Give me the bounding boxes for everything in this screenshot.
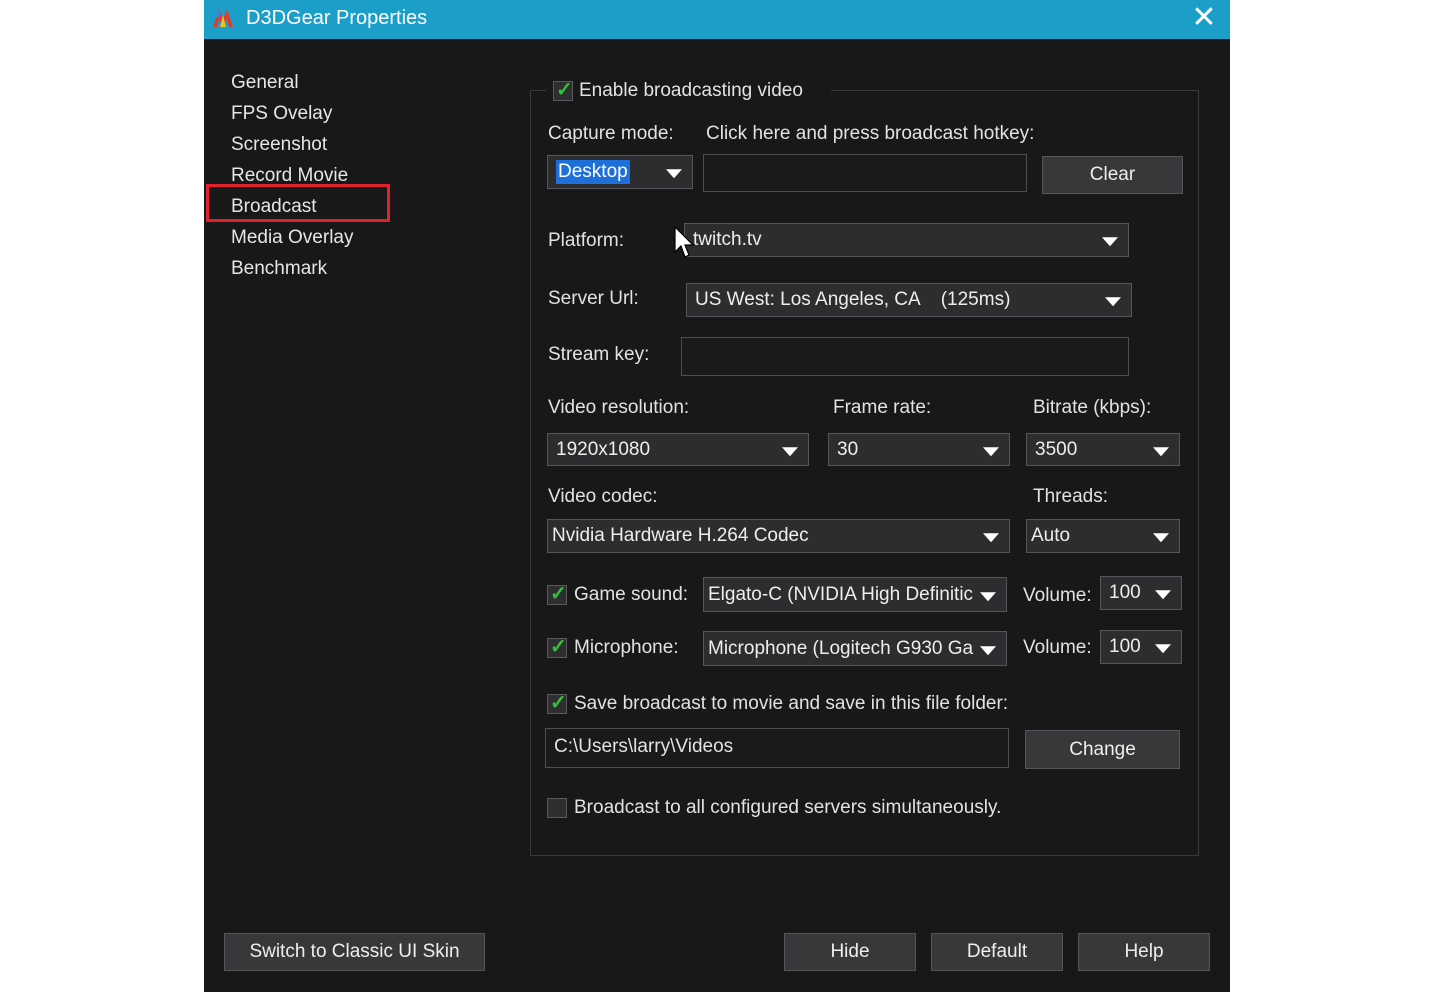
clear-button[interactable]: Clear xyxy=(1042,156,1183,194)
bitrate-value: 3500 xyxy=(1035,438,1077,462)
nav-item-screenshot[interactable]: Screenshot xyxy=(231,133,327,157)
mic-volume-value: 100 xyxy=(1109,635,1141,659)
frame-rate-label: Frame rate: xyxy=(833,396,931,420)
chevron-down-icon xyxy=(782,447,798,456)
all-servers-label: Broadcast to all configured servers simu… xyxy=(574,796,1001,820)
folder-path-value: C:\Users\larry\Videos xyxy=(554,735,733,759)
frame-rate-dropdown[interactable]: 30 xyxy=(828,433,1010,466)
server-url-dropdown[interactable]: US West: Los Angeles, CA (125ms) xyxy=(686,283,1132,317)
frame-rate-value: 30 xyxy=(837,438,858,462)
microphone-label: Microphone: xyxy=(574,636,679,660)
nav-item-general[interactable]: General xyxy=(231,71,299,95)
threads-dropdown[interactable]: Auto xyxy=(1026,519,1180,553)
enable-broadcast-label: Enable broadcasting video xyxy=(579,79,803,103)
chevron-down-icon xyxy=(1155,644,1171,653)
bitrate-label: Bitrate (kbps): xyxy=(1033,396,1151,420)
chevron-down-icon xyxy=(1105,297,1121,306)
d3dgear-properties-window: D3DGear Properties ✕ General FPS Ovelay … xyxy=(204,0,1230,992)
nav-item-media-overlay[interactable]: Media Overlay xyxy=(231,226,354,250)
nav-item-benchmark[interactable]: Benchmark xyxy=(231,257,327,281)
chevron-down-icon xyxy=(983,447,999,456)
save-broadcast-checkbox[interactable]: ✓ xyxy=(547,694,567,714)
platform-dropdown[interactable]: twitch.tv xyxy=(684,223,1129,257)
video-resolution-label: Video resolution: xyxy=(548,396,689,420)
video-resolution-dropdown[interactable]: 1920x1080 xyxy=(547,433,809,466)
checkmark-icon: ✓ xyxy=(550,582,567,606)
chevron-down-icon xyxy=(1153,447,1169,456)
chevron-down-icon xyxy=(983,533,999,542)
game-volume-value: 100 xyxy=(1109,581,1141,605)
nav-item-broadcast[interactable]: Broadcast xyxy=(231,195,317,219)
capture-mode-dropdown[interactable]: Desktop xyxy=(547,155,693,189)
nav-item-fps-overlay[interactable]: FPS Ovelay xyxy=(231,102,332,126)
chevron-down-icon xyxy=(1102,237,1118,246)
game-volume-label: Volume: xyxy=(1023,584,1092,608)
mic-volume-dropdown[interactable]: 100 xyxy=(1100,630,1182,664)
server-url-value: US West: Los Angeles, CA (125ms) xyxy=(695,288,1010,312)
game-sound-dropdown[interactable]: Elgato-C (NVIDIA High Definitic xyxy=(703,577,1007,612)
video-codec-label: Video codec: xyxy=(548,485,658,509)
help-button[interactable]: Help xyxy=(1078,933,1210,971)
window-title: D3DGear Properties xyxy=(246,6,427,30)
close-button[interactable]: ✕ xyxy=(1182,0,1226,39)
switch-classic-skin-button[interactable]: Switch to Classic UI Skin xyxy=(224,933,485,971)
microphone-checkbox[interactable]: ✓ xyxy=(547,638,567,658)
bitrate-dropdown[interactable]: 3500 xyxy=(1026,433,1180,466)
default-button[interactable]: Default xyxy=(931,933,1063,971)
game-volume-dropdown[interactable]: 100 xyxy=(1100,576,1182,610)
change-folder-button[interactable]: Change xyxy=(1025,730,1180,769)
hotkey-label: Click here and press broadcast hotkey: xyxy=(706,122,1034,146)
checkmark-icon: ✓ xyxy=(556,78,573,102)
threads-label: Threads: xyxy=(1033,485,1108,509)
chevron-down-icon xyxy=(980,646,996,655)
stream-key-label: Stream key: xyxy=(548,343,649,367)
video-resolution-value: 1920x1080 xyxy=(556,438,650,462)
stream-key-input[interactable] xyxy=(681,337,1129,376)
video-codec-value: Nvidia Hardware H.264 Codec xyxy=(552,524,809,548)
all-servers-checkbox[interactable] xyxy=(547,798,567,818)
chevron-down-icon xyxy=(666,169,682,178)
game-sound-checkbox[interactable]: ✓ xyxy=(547,585,567,605)
checkmark-icon: ✓ xyxy=(550,691,567,715)
server-url-label: Server Url: xyxy=(548,287,639,311)
folder-path-input[interactable]: C:\Users\larry\Videos xyxy=(545,728,1009,768)
video-codec-dropdown[interactable]: Nvidia Hardware H.264 Codec xyxy=(547,519,1010,553)
chevron-down-icon xyxy=(1155,590,1171,599)
microphone-value: Microphone (Logitech G930 Ga xyxy=(708,637,976,661)
chevron-down-icon xyxy=(1153,533,1169,542)
game-sound-value: Elgato-C (NVIDIA High Definitic xyxy=(708,583,976,607)
save-broadcast-label: Save broadcast to movie and save in this… xyxy=(574,692,1008,716)
checkmark-icon: ✓ xyxy=(550,635,567,659)
platform-label: Platform: xyxy=(548,229,624,253)
title-bar: D3DGear Properties ✕ xyxy=(204,0,1230,39)
capture-mode-value: Desktop xyxy=(556,160,630,184)
mouse-cursor-icon xyxy=(674,226,694,260)
enable-broadcast-checkbox[interactable]: ✓ xyxy=(553,81,573,101)
capture-mode-label: Capture mode: xyxy=(548,122,674,146)
platform-value: twitch.tv xyxy=(693,228,762,252)
game-sound-label: Game sound: xyxy=(574,583,688,607)
d3dgear-logo-icon xyxy=(210,5,236,31)
mic-volume-label: Volume: xyxy=(1023,636,1092,660)
threads-value: Auto xyxy=(1031,524,1070,548)
hide-button[interactable]: Hide xyxy=(784,933,916,971)
microphone-dropdown[interactable]: Microphone (Logitech G930 Ga xyxy=(703,631,1007,666)
hotkey-input[interactable] xyxy=(703,154,1027,192)
chevron-down-icon xyxy=(980,592,996,601)
